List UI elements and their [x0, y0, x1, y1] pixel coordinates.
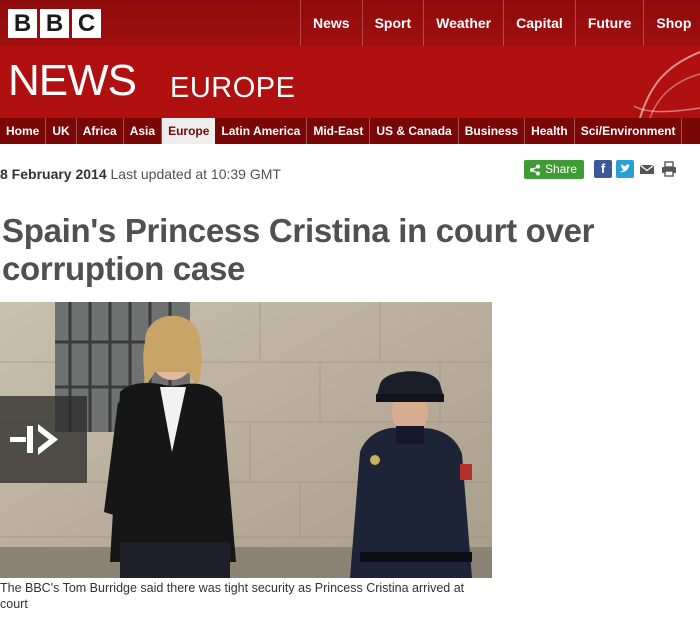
section-nav-asia[interactable]: Asia — [124, 118, 163, 144]
article-updated: Last updated at 10:39 GMT — [110, 166, 281, 182]
share-icons: f — [594, 160, 678, 178]
section-nav-us-canada[interactable]: US & Canada — [370, 118, 459, 144]
banner-title[interactable]: NEWS — [8, 56, 137, 106]
share-icon — [530, 164, 540, 175]
section-nav-sci-environment[interactable]: Sci/Environment — [575, 118, 683, 144]
share-button[interactable]: Share — [524, 160, 584, 179]
play-icon — [10, 424, 58, 455]
banner-graphic-icon — [633, 51, 700, 118]
logo-letter-b2: B — [40, 9, 69, 38]
top-nav: News Sport Weather Capital Future Shop — [300, 0, 700, 46]
top-nav-news[interactable]: News — [300, 0, 362, 46]
news-banner: NEWS EUROPE — [0, 46, 700, 118]
logo-letter-c: C — [72, 9, 101, 38]
facebook-icon[interactable]: f — [594, 160, 612, 178]
top-nav-future[interactable]: Future — [574, 0, 644, 46]
top-nav-capital[interactable]: Capital — [503, 0, 575, 46]
video-play-button[interactable] — [0, 396, 87, 483]
section-nav-health[interactable]: Health — [525, 118, 575, 144]
article-headline: Spain's Princess Cristina in court over … — [2, 212, 595, 287]
top-bar: B B C News Sport Weather Capital Future … — [0, 0, 700, 46]
top-nav-weather[interactable]: Weather — [423, 0, 503, 46]
share-label: Share — [545, 162, 578, 176]
section-nav-home[interactable]: Home — [0, 118, 47, 144]
twitter-icon[interactable] — [616, 160, 634, 178]
section-nav-latin-america[interactable]: Latin America — [215, 118, 308, 144]
print-icon[interactable] — [660, 160, 678, 178]
photo-caption: The BBC's Tom Burridge said there was ti… — [0, 581, 465, 611]
top-nav-shop[interactable]: Shop — [643, 0, 700, 46]
section-nav-africa[interactable]: Africa — [77, 118, 124, 144]
section-nav-europe[interactable]: Europe — [162, 118, 216, 144]
section-nav-business[interactable]: Business — [459, 118, 526, 144]
article-date: 8 February 2014 — [0, 166, 107, 182]
section-nav-mid-east[interactable]: Mid-East — [307, 118, 371, 144]
logo-letter-b1: B — [8, 9, 37, 38]
section-nav-uk[interactable]: UK — [46, 118, 77, 144]
section-nav: Home UK Africa Asia Europe Latin America… — [0, 118, 700, 144]
banner-edition: EUROPE — [170, 72, 296, 104]
article-dateline: 8 February 2014 Last updated at 10:39 GM… — [0, 166, 281, 182]
top-nav-sport[interactable]: Sport — [361, 0, 424, 46]
email-icon[interactable] — [638, 160, 656, 178]
bbc-logo[interactable]: B B C — [8, 9, 101, 38]
